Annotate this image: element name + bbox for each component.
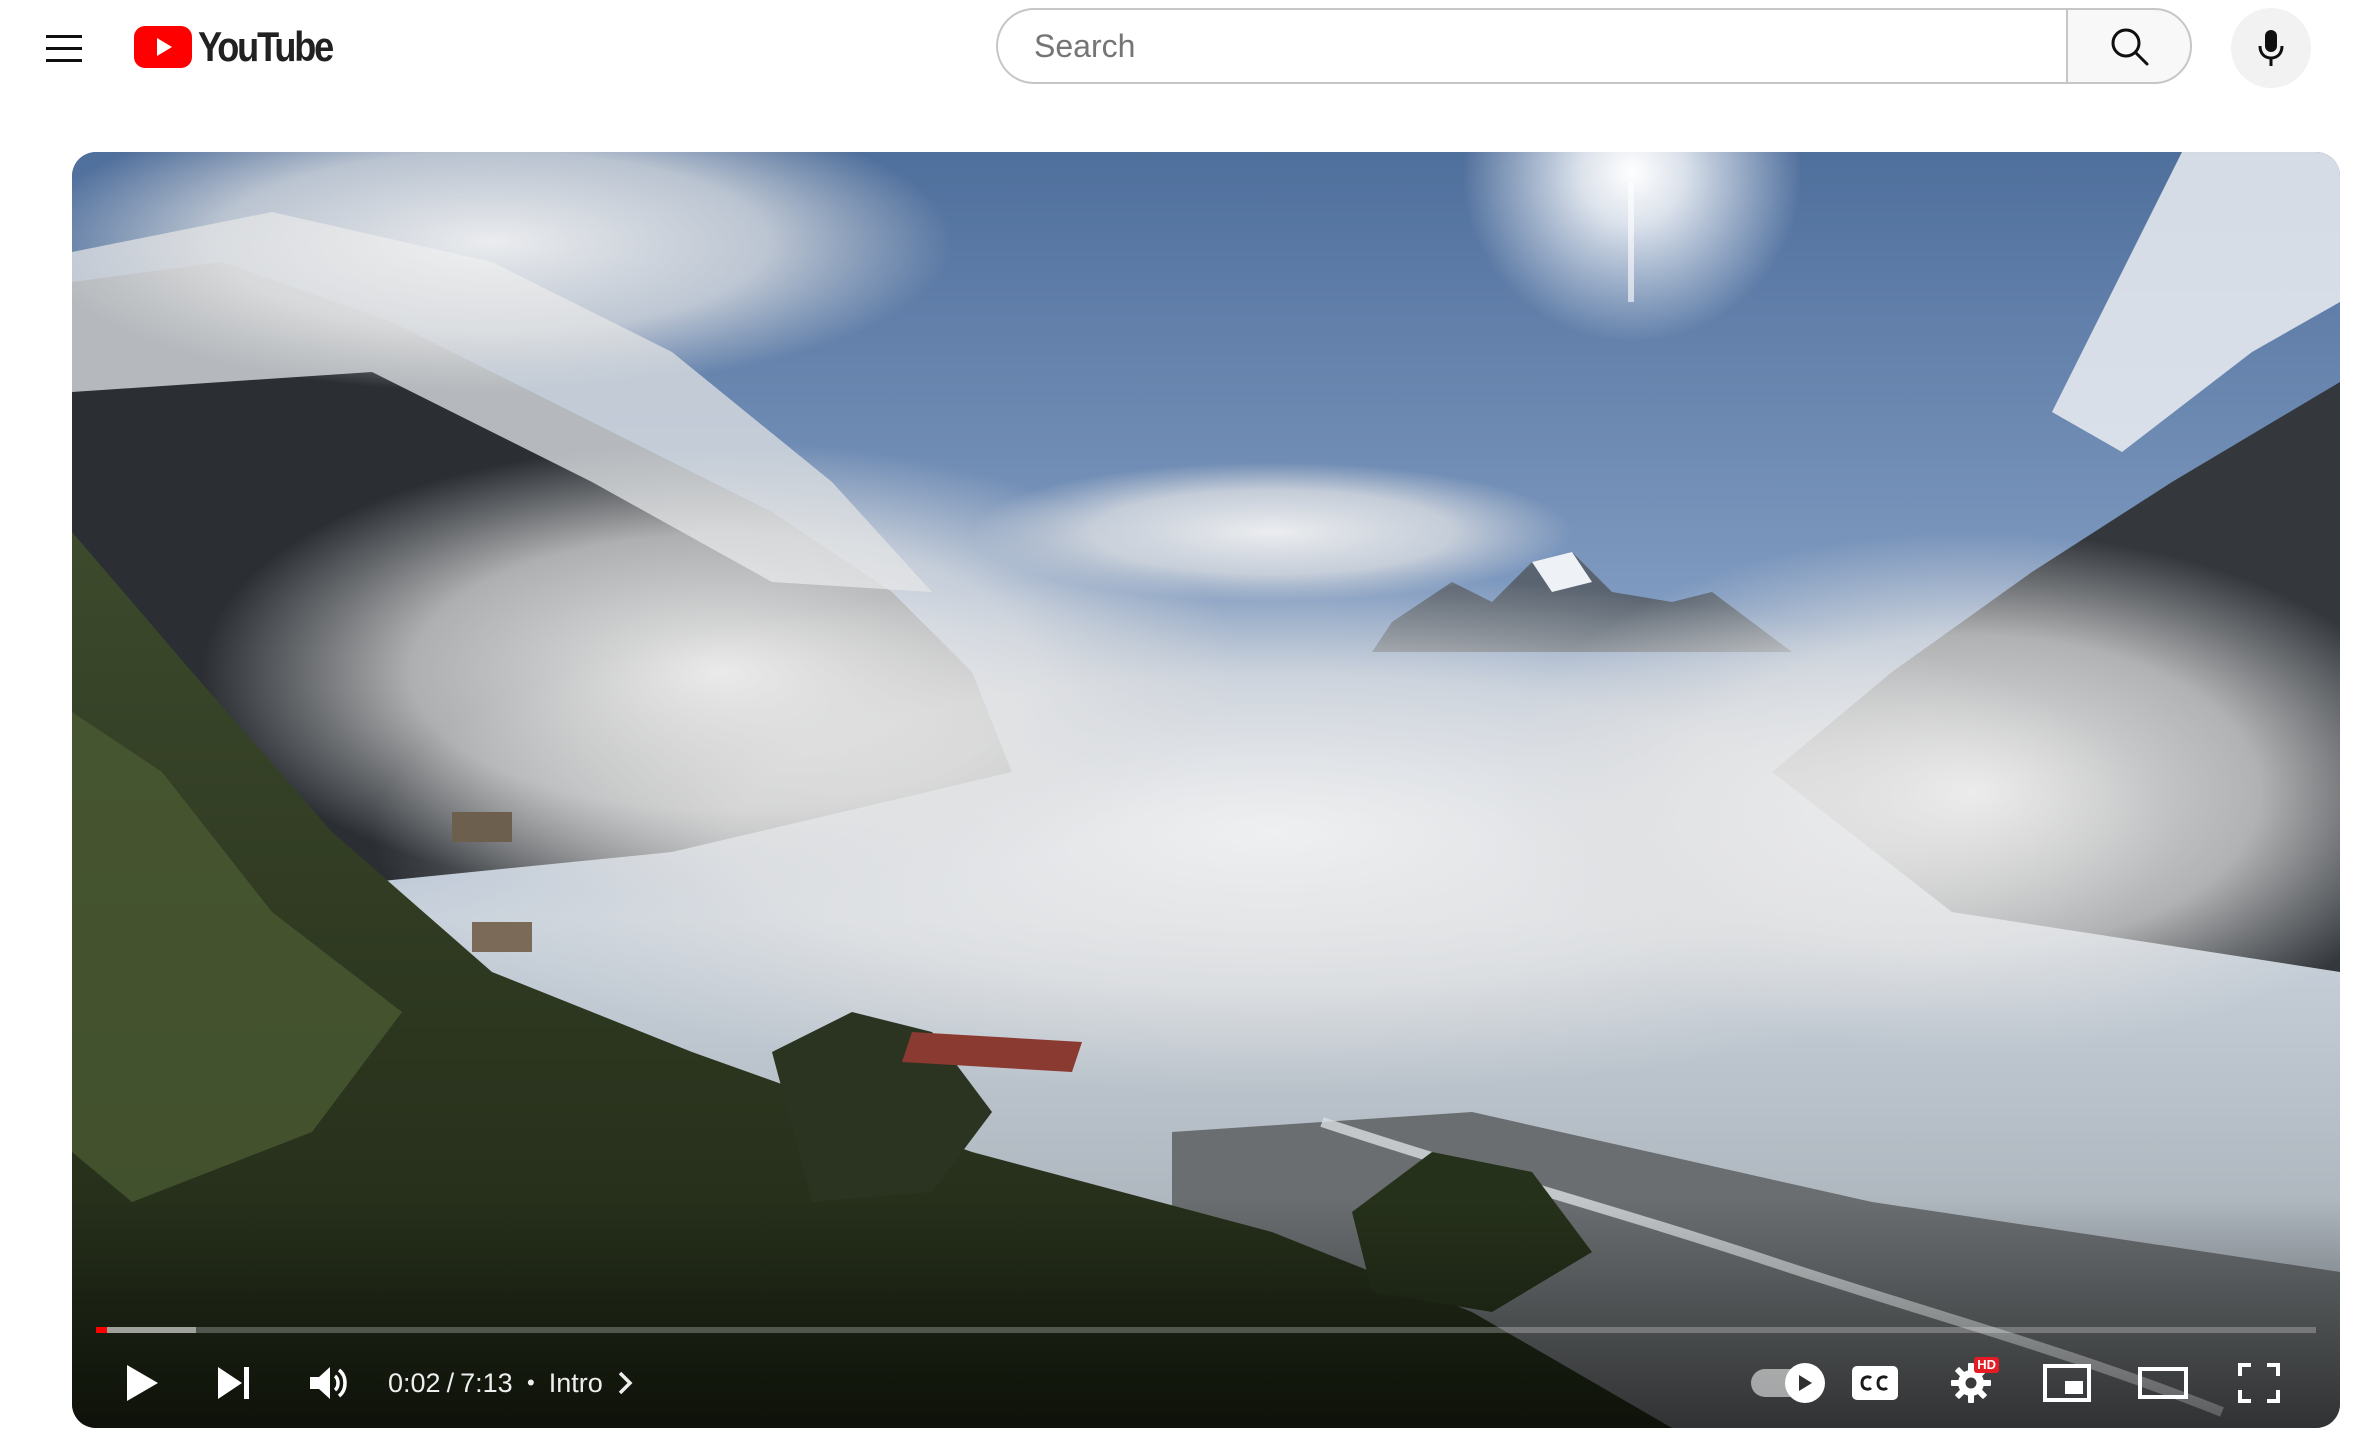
- theater-mode-icon: [2138, 1367, 2188, 1399]
- voice-search-button[interactable]: [2231, 8, 2311, 88]
- volume-icon: [310, 1367, 347, 1399]
- duration: 7:13: [460, 1367, 513, 1398]
- progress-played: [96, 1327, 108, 1333]
- time-separator: /: [446, 1367, 455, 1398]
- miniplayer-button[interactable]: [2031, 1347, 2103, 1419]
- settings-button[interactable]: HD: [1935, 1347, 2007, 1419]
- search-input[interactable]: [1032, 26, 2066, 66]
- play-button[interactable]: [106, 1347, 178, 1419]
- theater-mode-button[interactable]: [2127, 1347, 2199, 1419]
- hd-badge: HD: [1974, 1357, 1999, 1373]
- time-display: 0:02 / 7:13: [388, 1347, 513, 1419]
- fullscreen-button[interactable]: [2223, 1347, 2295, 1419]
- captions-button[interactable]: [1839, 1347, 1911, 1419]
- next-button[interactable]: [198, 1347, 270, 1419]
- miniplayer-icon: [2043, 1364, 2091, 1402]
- progress-bar[interactable]: [96, 1327, 2316, 1333]
- autoplay-toggle[interactable]: [1742, 1347, 1830, 1419]
- chevron-right-icon: [618, 1371, 633, 1395]
- autoplay-toggle-icon: [1751, 1363, 1825, 1403]
- search-box: [996, 8, 2196, 88]
- search-icon: [2111, 28, 2149, 66]
- progress-buffered: [96, 1327, 196, 1333]
- player-controls: 0:02 / 7:13 • Intro HD: [72, 1347, 2340, 1419]
- play-icon: [127, 1365, 158, 1401]
- search-input-container: [996, 8, 2066, 84]
- next-icon: [218, 1367, 249, 1399]
- search-button[interactable]: [2066, 8, 2192, 84]
- mute-button[interactable]: [294, 1347, 366, 1419]
- chapter-title: Intro: [548, 1367, 603, 1398]
- menu-icon: [46, 35, 82, 62]
- logo-text: YouTube: [198, 23, 334, 70]
- masthead: YouTube: [0, 0, 2364, 96]
- mic-icon: [2258, 30, 2284, 66]
- youtube-logo[interactable]: YouTube: [134, 23, 354, 70]
- chapter-separator: •: [527, 1370, 535, 1395]
- autoplay-play-icon: [1799, 1375, 1812, 1391]
- youtube-logo-icon: [134, 26, 192, 68]
- fullscreen-icon: [2238, 1363, 2280, 1403]
- chapter-button[interactable]: • Intro: [527, 1347, 637, 1419]
- captions-icon: [1852, 1366, 1898, 1400]
- guide-menu-button[interactable]: [32, 16, 96, 80]
- current-time: 0:02: [388, 1367, 441, 1398]
- video-player[interactable]: 0:02 / 7:13 • Intro HD: [72, 152, 2340, 1428]
- autoplay-knob: [1785, 1363, 1825, 1403]
